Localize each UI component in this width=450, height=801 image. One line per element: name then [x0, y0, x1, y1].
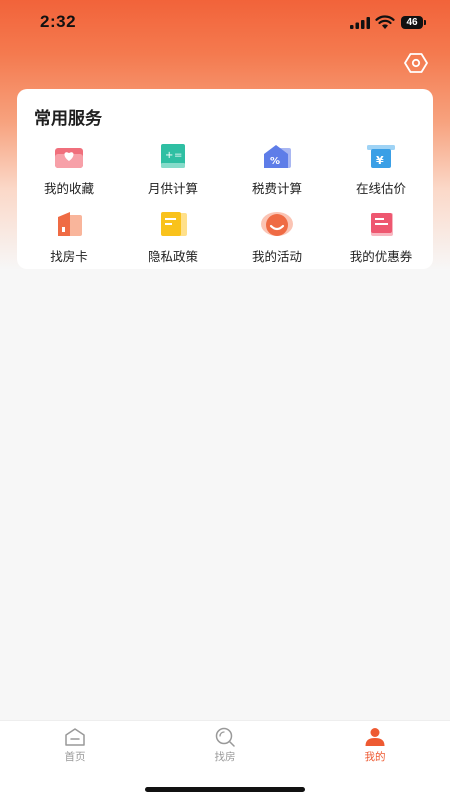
- service-label: 在线估价: [355, 181, 406, 196]
- service-label: 月供计算: [147, 181, 198, 196]
- service-item-monthly-payment[interactable]: + = 月供计算: [121, 135, 225, 199]
- home-indicator: [145, 787, 305, 792]
- service-label: 税费计算: [251, 181, 302, 196]
- service-item-my-coupons[interactable]: 我的优惠券: [329, 203, 433, 267]
- status-time: 2:32: [40, 12, 77, 31]
- tab-label: 找房: [214, 751, 236, 763]
- wifi-icon: [375, 15, 395, 29]
- service-item-privacy-policy[interactable]: 隐私政策: [121, 203, 225, 267]
- service-item-favorites[interactable]: 我的收藏: [17, 135, 121, 199]
- find-house-icon: [215, 727, 235, 747]
- tab-label: 我的: [364, 751, 386, 763]
- battery-icon: 46: [401, 16, 426, 29]
- privacy-policy-icon: [161, 212, 187, 236]
- my-coupons-icon: [371, 213, 393, 236]
- settings-hexagon-icon[interactable]: [404, 52, 428, 74]
- status-bar: 2:32 46: [0, 0, 450, 46]
- profile-icon: [365, 728, 385, 746]
- tax-calculator-icon: %: [264, 145, 291, 168]
- service-label: 找房卡: [50, 249, 88, 264]
- tab-profile[interactable]: 我的: [300, 721, 450, 771]
- favorites-icon: [55, 148, 83, 168]
- svg-text:=: =: [174, 150, 182, 161]
- signal-icon: [350, 17, 370, 29]
- service-item-house-card[interactable]: 找房卡: [17, 203, 121, 267]
- service-item-tax-calculator[interactable]: % 税费计算: [225, 135, 329, 199]
- tab-home[interactable]: 首页: [0, 721, 150, 771]
- service-label: 我的优惠券: [349, 249, 413, 264]
- svg-text:+: +: [165, 150, 173, 161]
- tab-find-house[interactable]: 找房: [150, 721, 300, 771]
- svg-text:%: %: [270, 156, 280, 167]
- service-label: 我的活动: [251, 249, 302, 264]
- monthly-payment-calculator-icon: + =: [161, 144, 185, 168]
- battery-level: 46: [406, 17, 418, 28]
- house-finder-card-icon: [58, 212, 82, 236]
- common-services-card: 常用服务 我的收藏 + = 月供计算 % 税费计算 ¥ 在线估价 找房卡 隐私政…: [17, 89, 433, 269]
- svg-text:¥: ¥: [376, 154, 384, 167]
- my-activities-icon: [261, 212, 293, 236]
- online-valuation-icon: ¥: [367, 145, 395, 168]
- tab-label: 首页: [64, 751, 86, 763]
- home-icon: [65, 728, 85, 746]
- service-label: 我的收藏: [43, 181, 94, 196]
- service-item-my-activities[interactable]: 我的活动: [225, 203, 329, 267]
- service-item-online-valuation[interactable]: ¥ 在线估价: [329, 135, 433, 199]
- card-title: 常用服务: [34, 109, 102, 129]
- service-label: 隐私政策: [147, 249, 198, 264]
